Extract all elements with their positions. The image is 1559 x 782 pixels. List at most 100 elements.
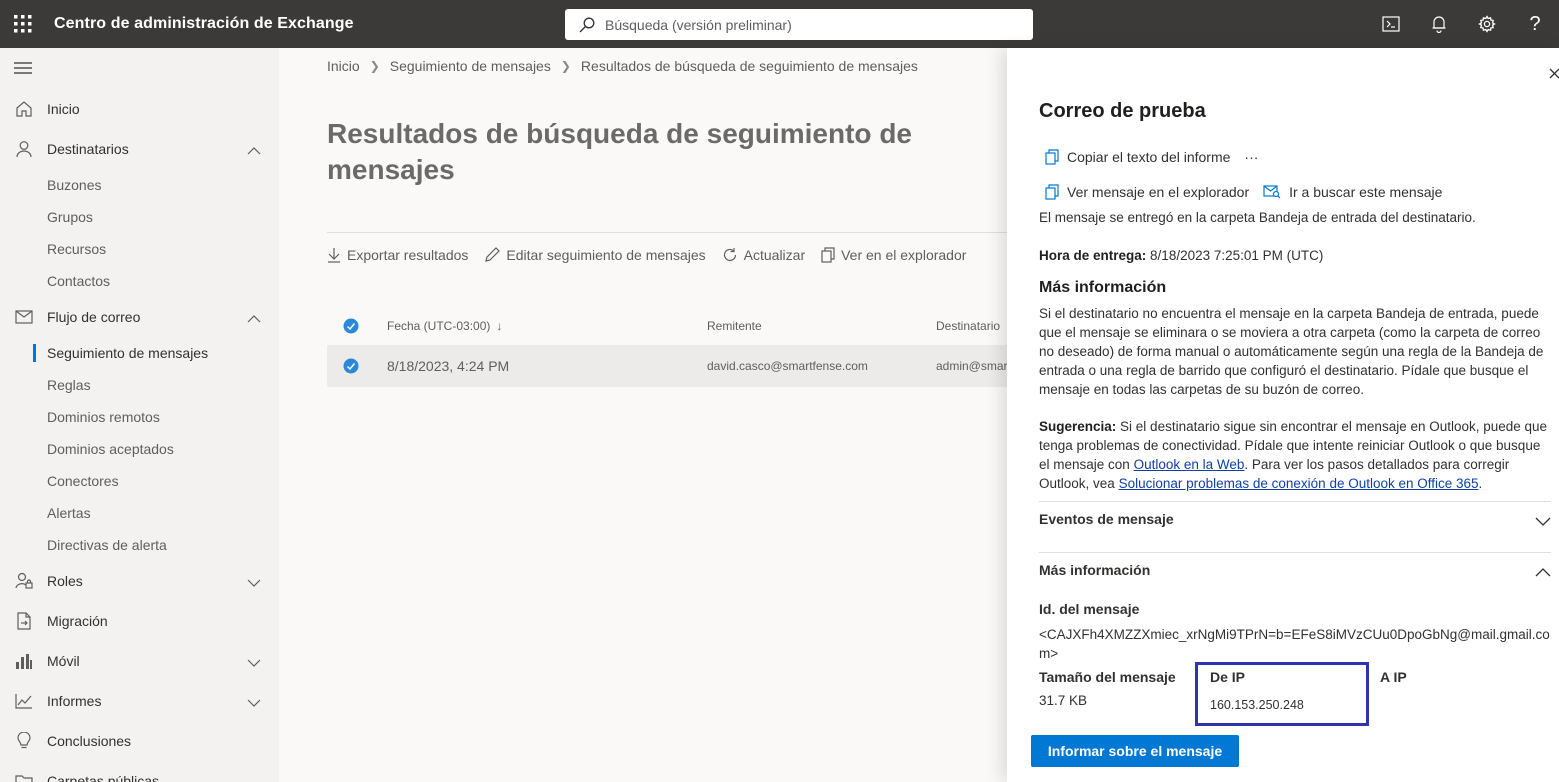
pencil-icon [485, 247, 501, 262]
sidebar-item-label: Roles [47, 573, 83, 589]
lightbulb-icon [13, 732, 35, 750]
troubleshoot-link[interactable]: Solucionar problemas de conexión de Outl… [1119, 476, 1479, 491]
chevron-down-icon[interactable] [247, 575, 261, 591]
edit-message-trace-button[interactable]: Editar seguimiento de mensajes [484, 247, 706, 263]
close-icon[interactable] [1545, 64, 1559, 82]
tip-text: Sugerencia: Si el destinatario sigue sin… [1039, 419, 1548, 491]
view-message-in-browser-button[interactable]: Ver mensaje en el explorador [1045, 184, 1249, 200]
sidebar-item-inicio[interactable]: Inicio [0, 91, 279, 127]
row-date: 8/18/2023, 4:24 PM [387, 358, 510, 374]
more-info-accordion[interactable]: Más información [1039, 562, 1551, 582]
sidebar-item-label: Informes [47, 693, 102, 709]
sidebar-item-flujo-de-correo[interactable]: Flujo de correo [0, 299, 279, 335]
column-header-recipient[interactable]: Destinatario [936, 310, 1000, 342]
go-search-message-button[interactable]: Ir a buscar este mensaje [1263, 184, 1442, 200]
app-launcher-icon[interactable] [0, 0, 46, 48]
sidebar-item-buzones[interactable]: Buzones [47, 171, 101, 199]
sidebar-item-recursos[interactable]: Recursos [47, 235, 106, 263]
sidebar-item-movil[interactable]: Móvil [0, 643, 279, 679]
search-icon [579, 17, 595, 32]
view-in-browser-button[interactable]: Ver en el explorador [821, 247, 966, 263]
select-all-checkbox[interactable] [343, 310, 359, 342]
row-sender: david.casco@smartfense.com [707, 359, 868, 373]
message-id-label: Id. del mensaje [1039, 601, 1140, 617]
migration-icon [13, 612, 35, 630]
details-panel: Correo de prueba Copiar el texto del inf… [1007, 48, 1559, 782]
from-ip-label: De IP [1210, 669, 1246, 685]
sidebar-item-carpetas-publicas[interactable]: Carpetas públicas [0, 763, 279, 782]
refresh-button[interactable]: Actualizar [722, 247, 805, 263]
chevron-right-icon: ❯ [560, 59, 571, 73]
delivered-text: El mensaje se entregó en la carpeta Band… [1039, 210, 1476, 225]
sidebar-item-directivas-de-alerta[interactable]: Directivas de alerta [47, 531, 167, 559]
divider [1039, 501, 1551, 502]
gear-icon[interactable] [1463, 0, 1511, 48]
export-results-button[interactable]: Exportar resultados [327, 247, 468, 263]
chevron-down-icon[interactable] [247, 695, 261, 711]
from-ip-value: 160.153.250.248 [1210, 698, 1304, 712]
sidebar-item-alertas[interactable]: Alertas [47, 499, 91, 527]
copy-icon [1045, 184, 1059, 200]
sidebar-item-contactos[interactable]: Contactos [47, 267, 110, 295]
sidebar-item-reglas[interactable]: Reglas [47, 371, 91, 399]
copy-report-button[interactable]: Copiar el texto del informe [1045, 149, 1230, 165]
message-size-value: 31.7 KB [1039, 693, 1088, 708]
divider [327, 232, 1007, 233]
sidebar-item-dominios-remotos[interactable]: Dominios remotos [47, 403, 160, 431]
help-icon[interactable]: ? [1511, 0, 1559, 48]
divider [1039, 552, 1551, 553]
chevron-down-icon[interactable] [247, 655, 261, 671]
sidebar-item-conclusiones[interactable]: Conclusiones [0, 723, 279, 759]
breadcrumb-item-current: Resultados de búsqueda de seguimiento de… [580, 58, 918, 74]
sidebar-item-label: Migración [47, 613, 108, 629]
sidebar-item-conectores[interactable]: Conectores [47, 467, 119, 495]
sidebar-item-migracion[interactable]: Migración [0, 603, 279, 639]
breadcrumb-item-seguimiento[interactable]: Seguimiento de mensajes [390, 58, 551, 74]
chevron-up-icon [1535, 564, 1551, 580]
message-id-value: <CAJXFh4XMZZXmiec_xrNgMi9TPrN=b=EFeS8iMV… [1039, 627, 1550, 661]
sidebar-item-label: Conclusiones [47, 733, 132, 749]
refresh-icon [723, 248, 736, 261]
panel-title: Correo de prueba [1039, 100, 1206, 122]
copy-icon [821, 247, 835, 263]
main-content: Inicio ❯ Seguimiento de mensajes ❯ Resul… [279, 48, 1008, 782]
mail-icon [13, 310, 35, 324]
person-icon [13, 140, 35, 158]
page-title: Resultados de búsqueda de seguimiento de… [327, 118, 912, 185]
search-input[interactable]: Búsqueda (versión preliminar) [565, 9, 1033, 40]
breadcrumb-item-inicio[interactable]: Inicio [327, 58, 360, 74]
table-header: Fecha (UTC-03:00) ↓ Remitente Destinatar… [327, 310, 1007, 342]
sidebar-item-roles[interactable]: Roles [0, 563, 279, 599]
bell-icon[interactable] [1415, 0, 1463, 48]
sidebar-item-destinatarios[interactable]: Destinatarios [0, 131, 279, 167]
hamburger-menu-icon[interactable] [14, 61, 32, 80]
chevron-up-icon[interactable] [247, 311, 261, 327]
column-header-date[interactable]: Fecha (UTC-03:00) ↓ [387, 310, 502, 342]
message-events-accordion[interactable]: Eventos de mensaje [1039, 511, 1551, 531]
sidebar-item-label: Inicio [47, 101, 80, 117]
search-placeholder: Búsqueda (versión preliminar) [605, 16, 792, 33]
terminal-icon[interactable] [1367, 0, 1415, 48]
report-message-button[interactable]: Informar sobre el mensaje [1031, 735, 1239, 767]
line-chart-icon [13, 693, 35, 709]
sidebar-item-grupos[interactable]: Grupos [47, 203, 93, 231]
app-title[interactable]: Centro de administración de Exchange [54, 15, 354, 33]
sort-down-icon: ↓ [496, 319, 503, 333]
more-actions-button[interactable]: ··· [1244, 149, 1258, 165]
row-checkbox[interactable] [343, 345, 359, 387]
selected-indicator [33, 344, 36, 362]
column-header-sender[interactable]: Remitente [707, 310, 762, 342]
sidebar-item-label: Carpetas públicas [47, 773, 160, 782]
top-bar: Centro de administración de Exchange Bús… [0, 0, 1559, 48]
sidebar-item-label: Destinatarios [47, 141, 129, 157]
mail-search-icon [1263, 185, 1281, 199]
delivery-time: Hora de entrega: 8/18/2023 7:25:01 PM (U… [1039, 248, 1324, 263]
sidebar-item-seguimiento-de-mensajes[interactable]: Seguimiento de mensajes [47, 339, 208, 367]
chevron-up-icon[interactable] [247, 143, 261, 159]
sidebar-item-informes[interactable]: Informes [0, 683, 279, 719]
row-recipient: admin@smar [936, 359, 1008, 373]
table-row[interactable]: 8/18/2023, 4:24 PM david.casco@smartfens… [327, 345, 1008, 387]
sidebar-item-dominios-aceptados[interactable]: Dominios aceptados [47, 435, 174, 463]
home-icon [13, 100, 35, 118]
outlook-web-link[interactable]: Outlook en la Web [1134, 457, 1245, 472]
